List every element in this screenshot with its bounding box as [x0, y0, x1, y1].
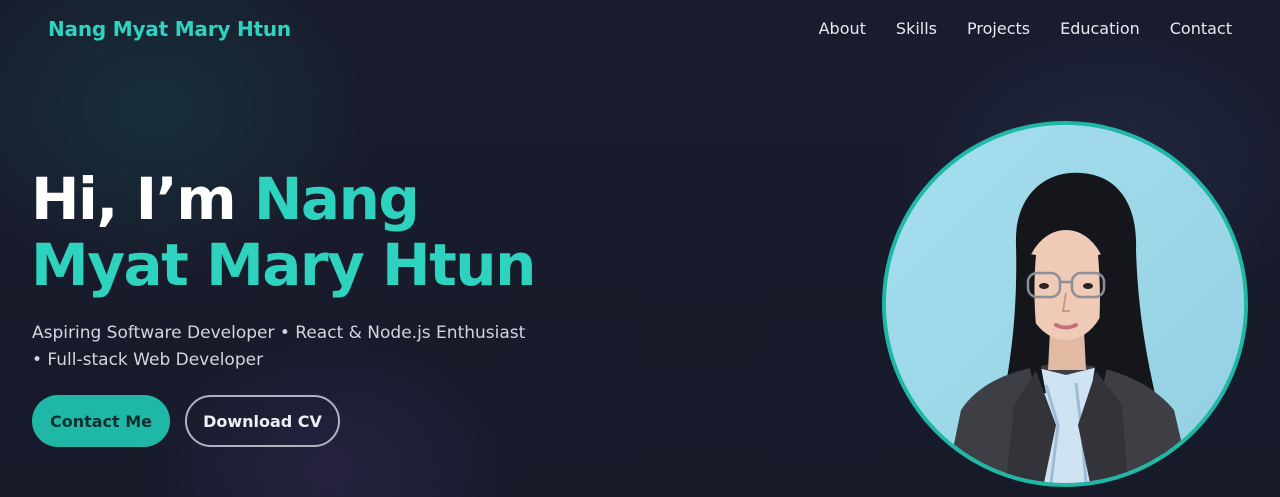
nav-link-contact[interactable]: Contact [1170, 19, 1232, 38]
top-navigation: About Skills Projects Education Contact [819, 19, 1232, 38]
hero-greeting: Hi, I’m [31, 165, 254, 233]
nav-link-education[interactable]: Education [1060, 19, 1140, 38]
nav-link-projects[interactable]: Projects [967, 19, 1030, 38]
nav-link-about[interactable]: About [819, 19, 866, 38]
hero-tagline-line2: • Full-stack Web Developer [32, 350, 264, 370]
hero-headline: Hi, I’m Nang Myat Mary Htun [31, 165, 536, 299]
contact-me-button[interactable]: Contact Me [32, 395, 170, 447]
download-cv-button[interactable]: Download CV [185, 395, 340, 447]
profile-photo [882, 121, 1248, 487]
portrait-photo-icon [886, 125, 1244, 483]
hero-name-first: Nang [253, 165, 420, 233]
nav-link-skills[interactable]: Skills [896, 19, 937, 38]
hero-tagline-line1: Aspiring Software Developer • React & No… [32, 323, 526, 343]
brand-logo-text[interactable]: Nang Myat Mary Htun [48, 17, 291, 41]
hero-name-rest: Myat Mary Htun [31, 231, 536, 299]
hero-tagline: Aspiring Software Developer • React & No… [32, 320, 552, 374]
